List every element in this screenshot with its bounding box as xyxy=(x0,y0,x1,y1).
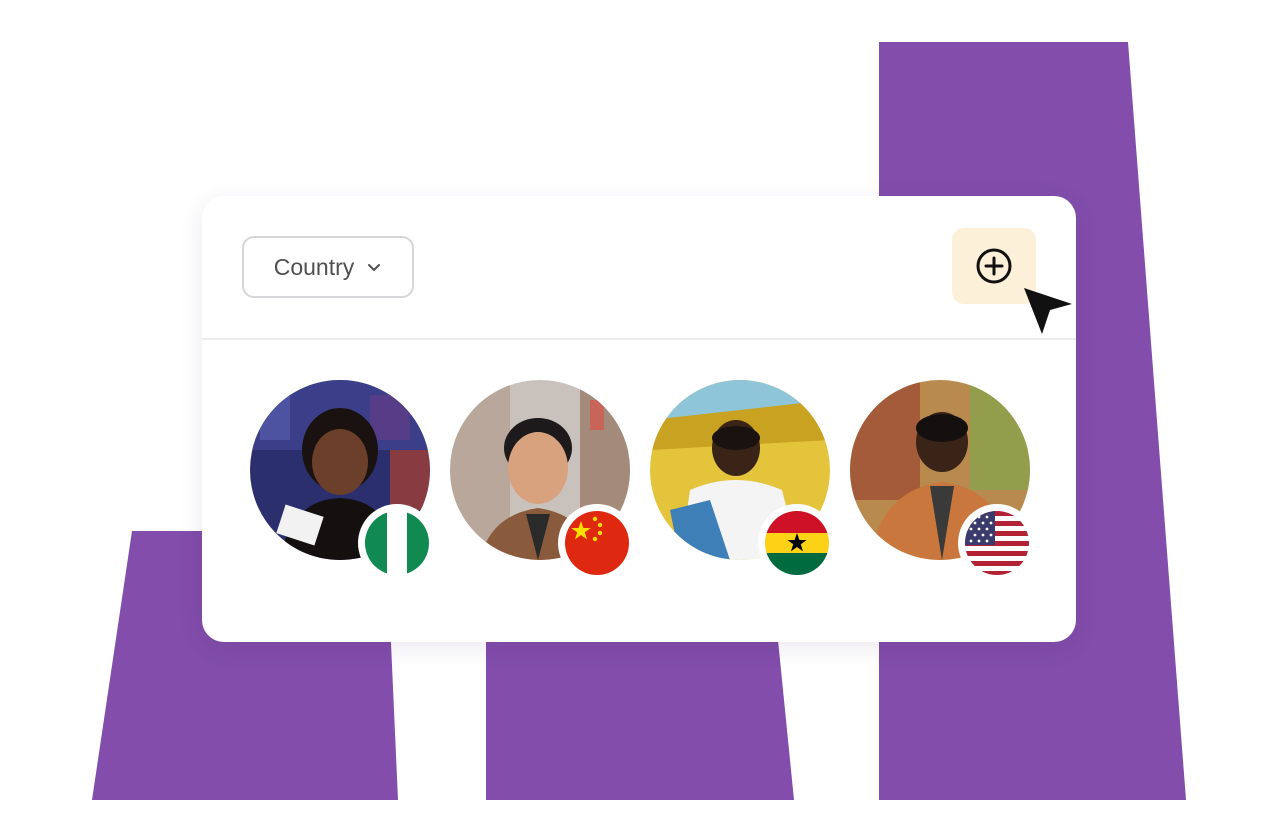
nigeria-flag-icon xyxy=(365,511,429,575)
country-people-card: Country xyxy=(202,196,1076,642)
country-flag-badge xyxy=(558,504,636,582)
person-avatar[interactable] xyxy=(450,380,636,582)
country-flag-badge xyxy=(358,504,436,582)
card-divider xyxy=(202,338,1076,340)
country-flag-badge xyxy=(758,504,836,582)
person-avatar[interactable] xyxy=(850,380,1036,582)
plus-circle-icon xyxy=(976,248,1012,284)
people-list xyxy=(250,380,1036,590)
chevron-down-icon xyxy=(368,264,381,271)
person-avatar[interactable] xyxy=(650,380,836,582)
usa-flag-icon xyxy=(965,511,1029,575)
person-avatar[interactable] xyxy=(250,380,436,582)
ghana-flag-icon xyxy=(765,511,829,575)
mouse-cursor-icon xyxy=(1024,288,1072,334)
country-flag-badge xyxy=(958,504,1036,582)
country-filter-dropdown[interactable]: Country xyxy=(242,236,414,298)
china-flag-icon xyxy=(565,511,629,575)
country-filter-label: Country xyxy=(273,253,355,280)
